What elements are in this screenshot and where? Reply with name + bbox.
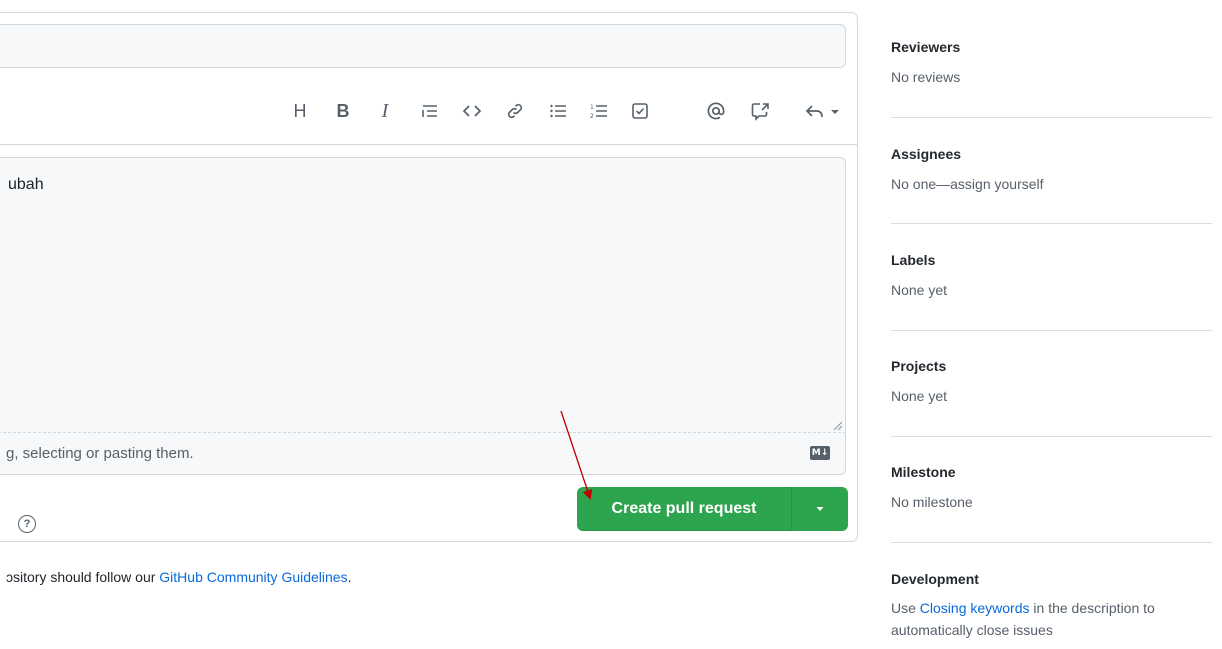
heading-icon[interactable]: H (288, 95, 312, 127)
markdown-toolbar: H B I 12 (0, 95, 858, 131)
pr-body-textarea[interactable] (0, 157, 846, 475)
milestone-heading[interactable]: Milestone (891, 464, 1212, 480)
assignees-heading[interactable]: Assignees (891, 146, 1212, 162)
triangle-down-icon (816, 507, 824, 511)
projects-section[interactable]: Projects None yet (891, 358, 1212, 404)
svg-text:2: 2 (590, 113, 594, 120)
labels-heading[interactable]: Labels (891, 252, 1212, 268)
projects-heading[interactable]: Projects (891, 358, 1212, 374)
italic-icon[interactable]: I (373, 95, 397, 127)
reviewers-heading[interactable]: Reviewers (891, 39, 1212, 55)
labels-section[interactable]: Labels None yet (891, 252, 1212, 298)
sidebar-divider (891, 436, 1212, 437)
development-section: Development Use Closing keywords in the … (891, 571, 1212, 641)
ordered-list-icon[interactable]: 12 (587, 95, 611, 127)
create-pr-button-group: Create pull request (577, 487, 848, 531)
create-pull-request-button[interactable]: Create pull request (577, 487, 791, 531)
closing-keywords-link[interactable]: Closing keywords (920, 600, 1030, 616)
community-guidelines-link[interactable]: GitHub Community Guidelines (159, 569, 347, 585)
task-list-icon[interactable] (628, 95, 652, 127)
toolbar-divider (0, 144, 858, 145)
mention-icon[interactable] (703, 95, 729, 127)
unordered-list-icon[interactable] (546, 95, 570, 127)
projects-value: None yet (891, 388, 948, 404)
pr-body-text: ubah (8, 176, 44, 193)
assignees-value[interactable]: No one—assign yourself (891, 176, 1212, 192)
attach-files-hint: g, selecting or pasting them. (6, 445, 194, 462)
create-pr-dropdown-button[interactable] (791, 487, 848, 531)
development-prefix: Use (891, 600, 920, 616)
reviewers-value: No reviews (891, 69, 961, 85)
markdown-icon[interactable]: M↓ (810, 446, 830, 460)
resize-grip-icon[interactable] (831, 419, 843, 431)
assignees-section[interactable]: Assignees No one—assign yourself (891, 146, 1212, 192)
sidebar-divider (891, 223, 1212, 224)
svg-text:1: 1 (590, 104, 594, 111)
link-icon[interactable] (503, 95, 527, 127)
development-hint: Use Closing keywords in the description … (891, 597, 1211, 641)
milestone-value: No milestone (891, 494, 973, 510)
sidebar-divider (891, 330, 1212, 331)
labels-value: None yet (891, 282, 948, 298)
development-heading: Development (891, 571, 979, 587)
sidebar-divider (891, 542, 1212, 543)
help-icon[interactable]: ? (18, 515, 36, 533)
milestone-section[interactable]: Milestone No milestone (891, 464, 1212, 510)
cross-reference-icon[interactable] (747, 95, 773, 127)
code-icon[interactable] (459, 95, 485, 127)
reviewers-section[interactable]: Reviewers No reviews (891, 39, 1212, 85)
quote-icon[interactable] (418, 95, 442, 127)
footer-suffix: . (347, 569, 352, 585)
footer-prefix: ɔsitory should follow our (6, 569, 160, 585)
sidebar-divider (891, 117, 1212, 118)
bold-icon[interactable]: B (331, 95, 355, 127)
pr-title-input[interactable] (0, 24, 846, 68)
reply-icon[interactable] (800, 95, 846, 127)
community-guidelines-note: ɔsitory should follow our GitHub Communi… (6, 569, 351, 585)
